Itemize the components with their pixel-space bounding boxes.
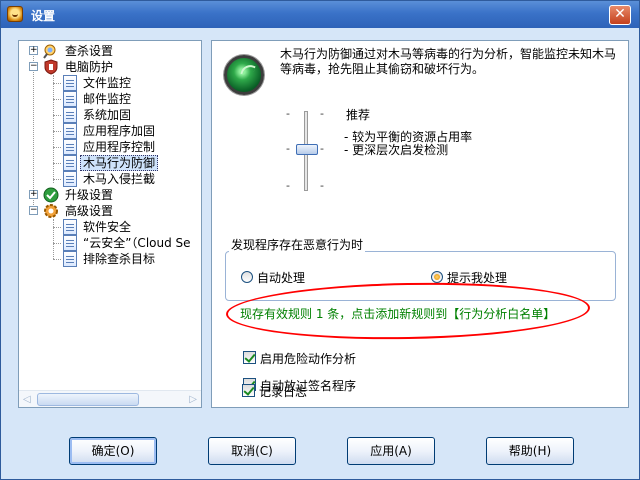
tree-item-trojan-behavior-defense[interactable]: 木马行为防御 <box>19 155 201 171</box>
hand-shield-icon <box>43 59 59 75</box>
tree-item-exclude-targets[interactable]: 排除查杀目标 <box>19 251 201 267</box>
tree-item-label: 应用程序控制 <box>83 140 156 154</box>
scan-shield-icon <box>43 43 59 59</box>
tree-item-cloud-security[interactable]: “云安全”（Cloud Se <box>19 235 201 251</box>
app-logo-icon <box>7 6 23 22</box>
log-label[interactable]: 记录日志 <box>259 383 307 400</box>
protection-level-slider-thumb[interactable] <box>296 144 318 155</box>
tree-line <box>53 115 61 116</box>
page-icon <box>63 107 77 123</box>
auto-handle-label[interactable]: 自动处理 <box>257 269 305 286</box>
dialog-body: + 查杀设置 − 电脑防护 文件监控 邮件监控 系统加固 应用程序加固 应用程序… <box>4 28 636 476</box>
update-check-icon <box>43 187 59 203</box>
tree-item-scan-settings[interactable]: + 查杀设置 <box>19 43 201 59</box>
page-icon <box>63 251 77 267</box>
tree-expander[interactable]: − <box>29 206 38 215</box>
tree-line <box>53 131 61 132</box>
tree-expander[interactable]: + <box>29 46 38 55</box>
level-title: 推荐 <box>346 108 371 122</box>
feature-description: 木马行为防御通过对木马等病毒的行为分析，智能监控未知木马等病毒，抢先阻止其偷窃和… <box>280 47 617 76</box>
page-icon <box>63 171 77 187</box>
tree-item-label: 应用程序加固 <box>83 124 156 138</box>
radar-icon <box>224 55 264 95</box>
tree-item-advanced-settings[interactable]: − 高级设置 <box>19 203 201 219</box>
tree-item-label: 升级设置 <box>65 188 114 202</box>
title-bar[interactable]: 设置 ✕ <box>1 1 639 28</box>
tree-item-trojan-intrusion-block[interactable]: 木马入侵拦截 <box>19 171 201 187</box>
tree-item-label: 电脑防护 <box>65 60 114 74</box>
tree-item-update-settings[interactable]: + 升级设置 <box>19 187 201 203</box>
tree-item-system-hardening[interactable]: 系统加固 <box>19 107 201 123</box>
danger-action-checkbox[interactable] <box>243 351 256 364</box>
apply-button[interactable]: 应用(A) <box>347 437 435 465</box>
scroll-left-arrow-icon[interactable]: ◁ <box>23 394 31 405</box>
close-button[interactable]: ✕ <box>609 5 631 25</box>
tree-line <box>53 147 61 148</box>
tree-line <box>53 243 61 244</box>
settings-tree-panel: + 查杀设置 − 电脑防护 文件监控 邮件监控 系统加固 应用程序加固 应用程序… <box>18 40 202 408</box>
page-icon <box>63 219 77 235</box>
slider-tick: - <box>286 142 290 155</box>
tree-item-label: 系统加固 <box>83 108 132 122</box>
tree-line <box>53 99 61 100</box>
tree-item-label: 高级设置 <box>65 204 114 218</box>
tree-line <box>53 259 61 260</box>
scroll-right-arrow-icon[interactable]: ▷ <box>189 394 197 405</box>
auto-handle-radio[interactable] <box>241 271 253 283</box>
help-button[interactable]: 帮助(H) <box>486 437 574 465</box>
log-checkbox[interactable] <box>242 384 255 397</box>
tree-item-software-security[interactable]: 软件安全 <box>19 219 201 235</box>
tree-line <box>53 163 61 164</box>
ok-button[interactable]: 确定(O) <box>69 437 157 465</box>
tree-item-label: 木马入侵拦截 <box>83 172 156 186</box>
tree-item-label-selected: 木马行为防御 <box>80 155 159 171</box>
slider-tick: - <box>320 179 324 192</box>
tree-item-app-control[interactable]: 应用程序控制 <box>19 139 201 155</box>
tree-item-mail-monitor[interactable]: 邮件监控 <box>19 91 201 107</box>
tree-item-label: 排除查杀目标 <box>83 252 156 266</box>
slider-tick: - <box>286 107 290 120</box>
tree-line <box>53 179 61 180</box>
slider-tick: - <box>286 179 290 192</box>
tree-item-file-monitor[interactable]: 文件监控 <box>19 75 201 91</box>
window-title: 设置 <box>31 9 56 23</box>
scrollbar-thumb[interactable] <box>37 393 139 406</box>
slider-tick: - <box>320 107 324 120</box>
prompt-me-radio[interactable] <box>431 271 443 283</box>
danger-action-label[interactable]: 启用危险动作分析 <box>260 350 356 367</box>
group-title: 发现程序存在恶意行为时 <box>229 236 366 253</box>
level-description: - 较为平衡的资源占用率 - 更深层次启发检测 <box>344 131 472 157</box>
page-icon <box>63 155 77 171</box>
page-icon <box>63 235 77 251</box>
page-icon <box>63 139 77 155</box>
tree-line <box>53 227 61 228</box>
tree-expander[interactable]: + <box>29 190 38 199</box>
add-whitelist-rule-link[interactable]: 现存有效规则 1 条，点击添加新规则到【行为分析白名单】 <box>240 305 555 322</box>
tree-item-label: “云安全”（Cloud Se <box>83 236 191 250</box>
slider-tick: - <box>320 142 324 155</box>
tree-item-pc-protection[interactable]: − 电脑防护 <box>19 59 201 75</box>
tree-item-label: 邮件监控 <box>83 92 132 106</box>
cancel-button[interactable]: 取消(C) <box>208 437 296 465</box>
settings-tree: + 查杀设置 − 电脑防护 文件监控 邮件监控 系统加固 应用程序加固 应用程序… <box>19 41 201 389</box>
tree-item-label: 文件监控 <box>83 76 132 90</box>
level-desc-line: - 更深层次启发检测 <box>344 143 449 157</box>
tree-item-label: 软件安全 <box>83 220 132 234</box>
page-icon <box>63 123 77 139</box>
page-icon <box>63 91 77 107</box>
gear-icon <box>43 203 59 219</box>
tree-line <box>53 83 61 84</box>
tree-expander[interactable]: − <box>29 62 38 71</box>
trojan-defense-panel: 木马行为防御通过对木马等病毒的行为分析，智能监控未知木马等病毒，抢先阻止其偷窃和… <box>211 40 629 408</box>
tree-item-label: 查杀设置 <box>65 44 114 58</box>
page-icon <box>63 75 77 91</box>
settings-window: 设置 ✕ + 查杀设置 − 电脑防护 文件监控 邮件监控 系统加固 应用程序加固… <box>0 0 640 480</box>
tree-horizontal-scrollbar[interactable]: ◁ ▷ <box>19 390 201 407</box>
tree-item-app-hardening[interactable]: 应用程序加固 <box>19 123 201 139</box>
